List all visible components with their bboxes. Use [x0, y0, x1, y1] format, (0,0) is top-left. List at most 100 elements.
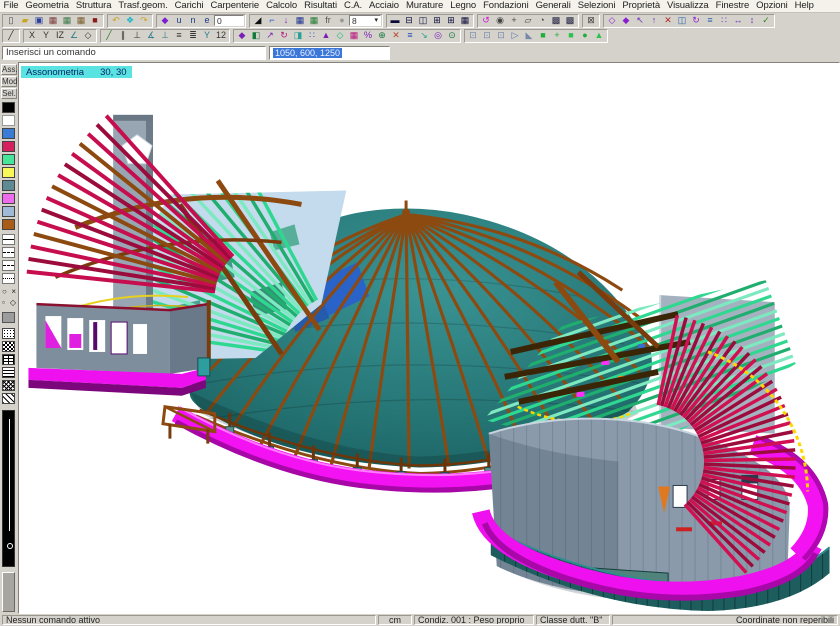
truss-icon[interactable]: ⊠ — [584, 15, 598, 27]
green-sphere-icon[interactable]: ● — [578, 30, 592, 42]
solid-box2-icon[interactable]: ⊡ — [480, 30, 494, 42]
save-icon[interactable]: ▣ — [32, 15, 46, 27]
grid-dark1-icon[interactable]: ▩ — [549, 15, 563, 27]
snap-icon[interactable]: ⊙ — [445, 30, 459, 42]
command-input[interactable]: Inserisci un comando — [2, 46, 266, 60]
window-split-h-icon[interactable]: ⊟ — [402, 15, 416, 27]
scale-icon[interactable]: ↔ — [731, 15, 745, 27]
coordinate-input[interactable]: 1050, 600, 1250 — [269, 46, 390, 60]
green-cube-icon[interactable]: ■ — [536, 30, 550, 42]
menu-fondazioni[interactable]: Fondazioni — [480, 0, 532, 12]
parallel-icon[interactable]: ∥ — [116, 30, 130, 42]
hatch-dashes[interactable] — [2, 367, 15, 378]
hatch-checker[interactable] — [2, 341, 15, 352]
axes-xy-icon[interactable]: Y — [200, 30, 214, 42]
midpoint-icon[interactable]: ⊥ — [158, 30, 172, 42]
menu-visualizza[interactable]: Visualizza — [664, 0, 713, 12]
project-icon[interactable]: ↘ — [417, 30, 431, 42]
move-icon[interactable]: ↗ — [263, 30, 277, 42]
trim-icon[interactable]: ✕ — [661, 15, 675, 27]
menu-c-a-[interactable]: C.A. — [340, 0, 365, 12]
measure-12-icon[interactable]: 12 — [214, 30, 228, 42]
menu-selezioni[interactable]: Selezioni — [574, 0, 619, 12]
hatch-diagonal[interactable] — [2, 393, 15, 404]
window-three-icon[interactable]: ⊞ — [444, 15, 458, 27]
linestyle-dotted[interactable] — [2, 273, 15, 284]
green-pyramid-icon[interactable]: ▲ — [592, 30, 606, 42]
view-button-mod[interactable]: Mod — [1, 76, 17, 87]
delete-x-icon[interactable]: X — [25, 30, 39, 42]
text-u-icon[interactable]: u — [172, 15, 186, 27]
scale-slider[interactable] — [2, 410, 15, 567]
menu-acciaio[interactable]: Acciaio — [366, 0, 403, 12]
wrap-icon[interactable]: ◎ — [431, 30, 445, 42]
menu-help[interactable]: Help — [791, 0, 817, 12]
view-button-ass[interactable]: Ass. — [1, 64, 17, 75]
window-split-v-icon[interactable]: ◫ — [416, 15, 430, 27]
green-box2-icon[interactable]: ■ — [564, 30, 578, 42]
text-style-icon[interactable]: ◆ — [158, 15, 172, 27]
paste-icon[interactable]: ◧ — [249, 30, 263, 42]
archive-icon[interactable]: ■ — [88, 15, 102, 27]
color-swatch-6[interactable] — [2, 180, 15, 191]
view-button-sel[interactable]: Sel. — [1, 88, 17, 99]
stretch-icon[interactable]: ↕ — [745, 15, 759, 27]
text-e-icon[interactable]: e — [200, 15, 214, 27]
solid-box3-icon[interactable]: ⊡ — [494, 30, 508, 42]
new-file-icon[interactable]: ▯ — [4, 15, 18, 27]
color-swatch-9[interactable] — [2, 219, 15, 230]
color-swatch-7[interactable] — [2, 193, 15, 204]
marker-3[interactable]: ◇ — [10, 297, 16, 308]
wireframe-icon[interactable]: ⌐ — [265, 15, 279, 27]
previous-view-icon[interactable]: ▱ — [521, 15, 535, 27]
beam-split-icon[interactable]: ◆ — [619, 15, 633, 27]
menu-opzioni[interactable]: Opzioni — [753, 0, 792, 12]
shade-icon[interactable]: ◢ — [251, 15, 265, 27]
menu-carpenterie[interactable]: Carpenterie — [207, 0, 263, 12]
segment-icon[interactable]: ╱ — [102, 30, 116, 42]
polygon-icon[interactable]: ◇ — [81, 30, 95, 42]
color-swatch-8[interactable] — [2, 206, 15, 217]
draw-line-icon[interactable]: ╱ — [4, 30, 18, 42]
marker-1[interactable]: × — [11, 286, 16, 297]
extrude-icon[interactable]: ▲ — [319, 30, 333, 42]
mirror-icon[interactable]: ◫ — [675, 15, 689, 27]
menu-file[interactable]: File — [0, 0, 22, 12]
color-swatch-5[interactable] — [2, 167, 15, 178]
model-canvas[interactable] — [19, 63, 839, 613]
menu-geometria[interactable]: Geometria — [22, 0, 72, 12]
render-sphere-icon[interactable]: ● — [335, 15, 349, 27]
linestyle-dashdot[interactable] — [2, 260, 15, 271]
hatch-dots[interactable] — [2, 328, 15, 339]
perpendicular-icon[interactable]: ⊥ — [130, 30, 144, 42]
gray-swatch[interactable] — [2, 312, 15, 323]
mirror2-icon[interactable]: ◨ — [291, 30, 305, 42]
mesh-icon[interactable]: ▦ — [347, 30, 361, 42]
rotate-icon[interactable]: ↻ — [277, 30, 291, 42]
angle-line-icon[interactable]: ∡ — [144, 30, 158, 42]
zoom-window-icon[interactable]: ◉ — [493, 15, 507, 27]
equal-icon[interactable]: ≡ — [172, 30, 186, 42]
font-fr-icon[interactable]: fr — [321, 15, 335, 27]
view-history-icon[interactable]: ◔ — [535, 15, 549, 27]
menu-risultati[interactable]: Risultati — [301, 0, 341, 12]
beam-add-icon[interactable]: ◇ — [605, 15, 619, 27]
array2-icon[interactable]: ∷ — [305, 30, 319, 42]
gravity-icon[interactable]: ↓ — [279, 15, 293, 27]
menu-finestre[interactable]: Finestre — [712, 0, 753, 12]
align-icon[interactable]: ≡ — [403, 30, 417, 42]
linestyle-solid[interactable] — [2, 234, 15, 245]
menu-generali[interactable]: Generali — [532, 0, 574, 12]
open-folder-icon[interactable]: ▰ — [18, 15, 32, 27]
color-swatch-3[interactable] — [2, 141, 15, 152]
symbol-size-combo[interactable]: 8▾ — [349, 15, 381, 26]
menu-struttura[interactable]: Struttura — [72, 0, 115, 12]
export-model-icon[interactable]: ▦ — [60, 15, 74, 27]
regen-icon[interactable]: ❖ — [123, 15, 137, 27]
menu-carichi[interactable]: Carichi — [171, 0, 207, 12]
color-swatch-0[interactable] — [2, 102, 15, 113]
window-six-icon[interactable]: ▦ — [458, 15, 472, 27]
offset-icon[interactable]: ≡ — [703, 15, 717, 27]
window-single-icon[interactable]: ▬ — [388, 15, 402, 27]
color-swatch-1[interactable] — [2, 115, 15, 126]
